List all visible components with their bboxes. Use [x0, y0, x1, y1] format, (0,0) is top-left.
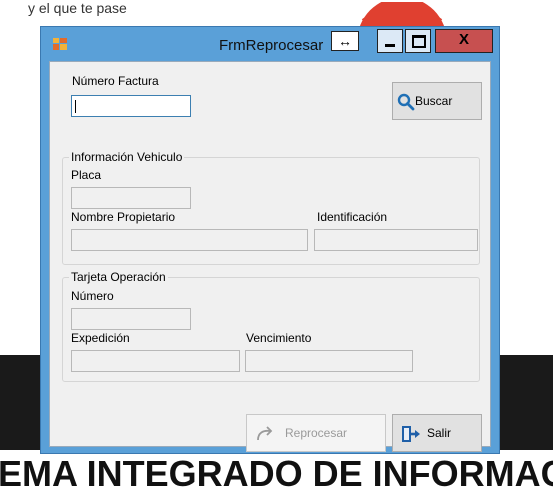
salir-button[interactable]: Salir	[392, 414, 482, 452]
tarjeta-group-title: Tarjeta Operación	[69, 270, 168, 284]
buscar-button[interactable]: Buscar	[392, 82, 482, 120]
form-client-area: Número Factura Buscar Información Vehicu…	[49, 61, 491, 452]
expedicion-input[interactable]	[71, 350, 240, 372]
minimize-button[interactable]	[377, 29, 403, 53]
background-bottom-text: EMA INTEGRADO DE INFORMAC	[0, 453, 553, 494]
numero-factura-label: Número Factura	[72, 74, 159, 88]
nombre-propietario-label: Nombre Propietario	[71, 210, 176, 224]
resize-arrows-icon[interactable]: ↔	[331, 31, 359, 51]
numero-factura-input[interactable]	[71, 95, 191, 117]
numero-label: Número	[71, 289, 114, 303]
exit-door-icon	[402, 426, 420, 442]
vencimiento-input[interactable]	[245, 350, 413, 372]
search-icon	[397, 93, 415, 111]
maximize-button[interactable]	[405, 29, 431, 53]
buscar-label: Buscar	[415, 94, 453, 108]
numero-input[interactable]	[71, 308, 191, 330]
vehiculo-group-title: Información Vehiculo	[69, 150, 185, 164]
app-icon	[53, 38, 67, 50]
close-button[interactable]: X	[435, 29, 493, 53]
placa-label: Placa	[71, 168, 102, 182]
text-caret	[75, 100, 76, 113]
background-top-text: y el que te pase	[28, 0, 127, 16]
redo-arrow-icon	[257, 426, 273, 441]
identificacion-label: Identificación	[317, 210, 388, 224]
expedicion-label: Expedición	[71, 331, 130, 345]
window-title: FrmReprocesar	[219, 37, 324, 54]
placa-input[interactable]	[71, 187, 191, 209]
title-bar[interactable]: FrmReprocesar ↔ X	[41, 27, 499, 60]
identificacion-input[interactable]	[314, 229, 478, 251]
vencimiento-label: Vencimiento	[246, 331, 312, 345]
salir-label: Salir	[427, 426, 452, 440]
reprocesar-button[interactable]: Reprocesar	[246, 414, 386, 452]
frm-reprocesar-window: FrmReprocesar ↔ X Número Factura Buscar …	[40, 26, 500, 454]
nombre-propietario-input[interactable]	[71, 229, 308, 251]
reprocesar-label: Reprocesar	[285, 426, 348, 440]
